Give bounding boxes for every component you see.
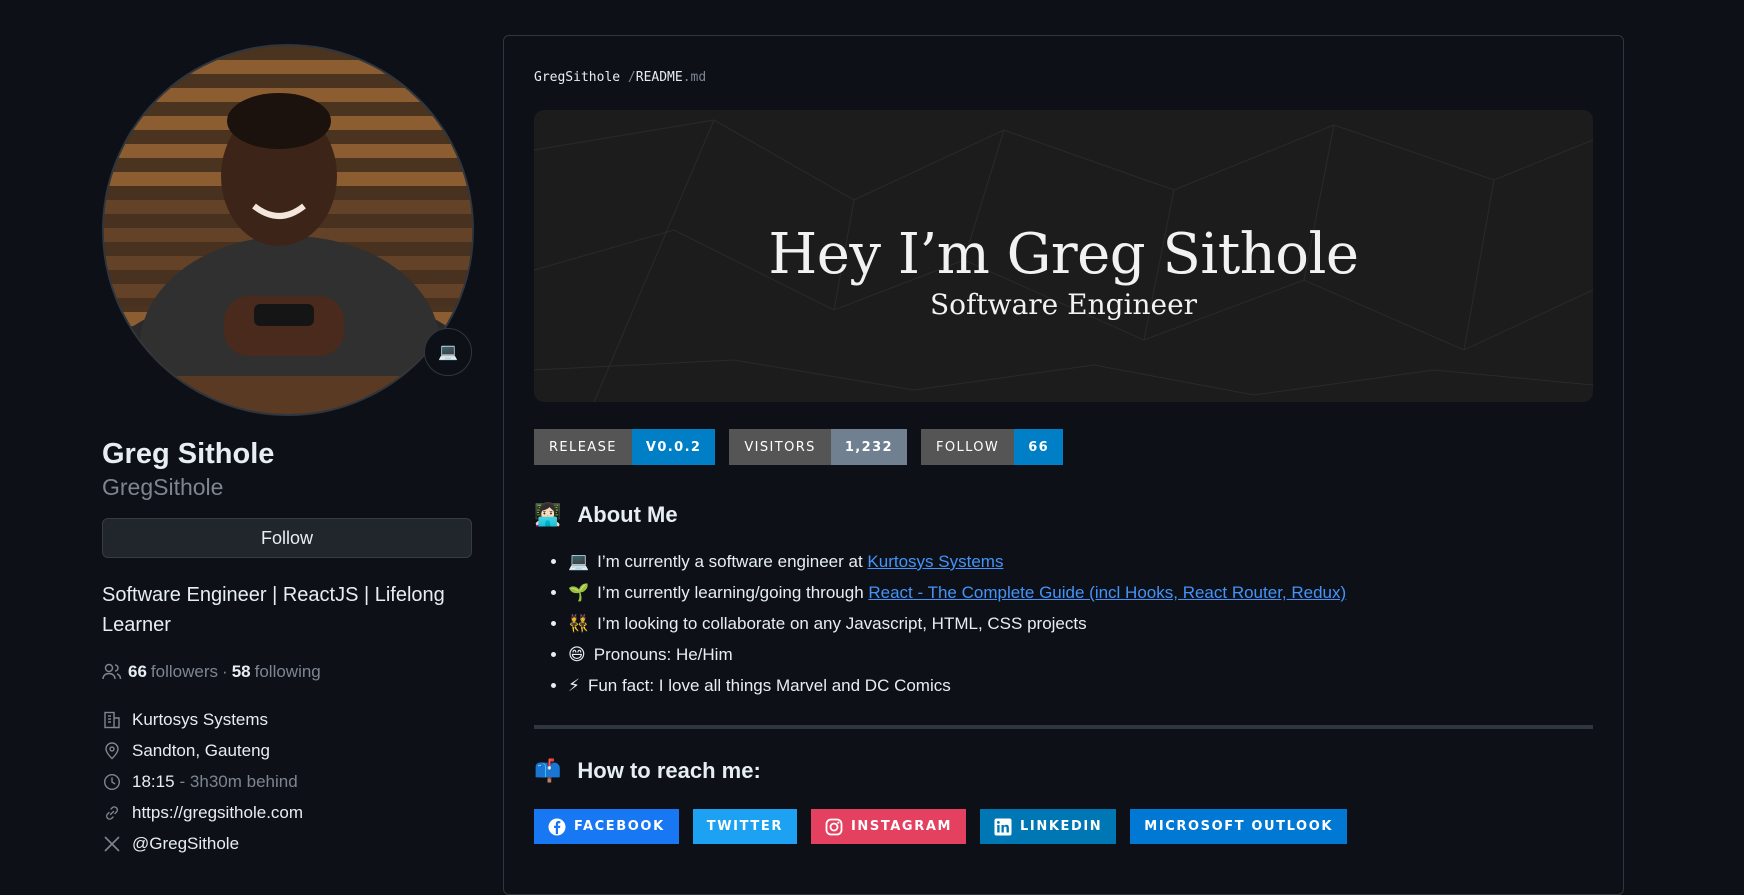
readme-path-separator: / [627,70,636,85]
readme-path-ext[interactable]: .md [683,70,706,85]
about-heading: 👩🏻‍💻 About Me [534,502,678,528]
count-separator: · [222,662,228,681]
local-time: 18:15 [132,771,175,791]
readme-card: GregSithole /README.md Hey I’m Greg Sith… [503,35,1624,895]
organization-icon [102,710,122,730]
social-label: MICROSOFT OUTLOOK [1144,819,1334,834]
reach-heading: 📫 How to reach me: [534,758,761,784]
social-label: FACEBOOK [574,819,665,834]
detail-company: Kurtosys Systems [102,704,472,735]
reach-heading-text: How to reach me: [577,758,761,783]
list-item-text: Pronouns: He/Him [593,645,733,664]
profile-bio: Software Engineer | ReactJS | Lifelong L… [102,584,445,636]
badge-label: VISITORS [729,429,831,465]
linkedin-button[interactable]: LINKEDIN [980,809,1117,844]
profile-name: Greg Sithole [102,438,275,470]
readme-banner: Hey I’m Greg Sithole Software Engineer [534,110,1593,402]
mailbox-icon: 📫 [534,758,562,783]
twitter-handle[interactable]: @GregSithole [132,834,239,854]
following-count[interactable]: 58 [232,662,251,682]
facebook-button[interactable]: FACEBOOK [534,809,679,844]
avatar-container: 💻 [102,44,474,416]
social-label: TWITTER [706,819,783,834]
profile-sidebar: 💻 Greg Sithole GregSithole Follow Softwa… [102,44,474,859]
profile-details: Kurtosys Systems Sandton, Gauteng 18:15 … [102,704,472,859]
clock-icon [102,772,122,792]
banner-subtitle: Software Engineer [929,288,1198,321]
detail-location: Sandton, Gauteng [102,735,472,766]
outlook-button[interactable]: MICROSOFT OUTLOOK [1130,809,1348,844]
instagram-icon [825,818,843,836]
detail-time: 18:15 - 3h30m behind [102,766,472,797]
list-item: 😄 Pronouns: He/Him [568,639,1346,670]
company-link[interactable]: Kurtosys Systems [867,552,1003,571]
about-heading-text: About Me [577,502,678,527]
social-label: LINKEDIN [1020,819,1103,834]
badge-value: V0.0.2 [631,429,716,465]
follow-counts: 66 followers · 58 following [102,662,472,682]
technologist-icon: 👩🏻‍💻 [534,502,562,527]
detail-twitter: @GregSithole [102,828,472,859]
badge-row: RELEASE V0.0.2 VISITORS 1,232 FOLLOW 66 [534,429,1064,465]
list-item-text: I’m looking to collaborate on any Javasc… [597,614,1087,633]
avatar-illustration [104,46,472,414]
website-link[interactable]: https://gregsithole.com [132,803,303,823]
list-item: 💻 I’m currently a software engineer at Ku… [568,546,1346,577]
follow-button[interactable]: Follow [102,518,472,558]
list-item: ⚡ Fun fact: I love all things Marvel and … [568,670,1346,701]
company-name: Kurtosys Systems [132,709,269,729]
banner-title: Hey I’m Greg Sithole [768,222,1359,287]
list-item-text: I’m currently a software engineer at [597,552,868,571]
readme-path: GregSithole /README.md [534,70,706,85]
visitors-badge[interactable]: VISITORS 1,232 [729,429,907,465]
detail-website: https://gregsithole.com [102,797,472,828]
list-item-text: Fun fact: I love all things Marvel and D… [587,676,951,695]
location-text: Sandton, Gauteng [132,740,271,760]
list-item: 🌱 I’m currently learning/going through Re… [568,577,1346,608]
smile-icon: 😄 [568,645,586,664]
twitter-button[interactable]: TWITTER [692,809,797,844]
readme-path-user[interactable]: GregSithole [534,70,620,85]
section-divider [534,725,1593,729]
follow-badge[interactable]: FOLLOW 66 [920,429,1064,465]
seedling-icon: 🌱 [568,583,590,602]
dancers-icon: 👯 [568,614,590,633]
followers-count[interactable]: 66 [128,662,147,682]
link-icon [102,803,122,823]
instagram-button[interactable]: INSTAGRAM [810,809,967,844]
time-offset: - 3h30m behind [179,771,298,791]
release-badge[interactable]: RELEASE V0.0.2 [534,429,716,465]
linkedin-icon [994,818,1012,836]
lightning-icon: ⚡ [568,676,580,695]
badge-label: RELEASE [534,429,632,465]
avatar[interactable] [102,44,474,416]
followers-link[interactable]: followers [151,662,218,682]
location-icon [102,741,122,761]
facebook-icon [548,818,566,836]
badge-label: FOLLOW [920,429,1015,465]
people-icon [102,663,124,681]
badge-value: 1,232 [830,429,907,465]
readme-path-file[interactable]: README [636,70,683,85]
about-list: 💻 I’m currently a software engineer at Ku… [534,546,1346,701]
status-emoji[interactable]: 💻 [424,328,472,376]
social-badges: FACEBOOK TWITTER INSTAGRAM LINKEDIN MICR… [534,809,1348,844]
social-label: INSTAGRAM [850,819,953,834]
list-item-text: I’m currently learning/going through [597,583,869,602]
course-link[interactable]: React - The Complete Guide (incl Hooks, … [868,583,1346,602]
following-link[interactable]: following [255,662,321,682]
badge-value: 66 [1014,429,1064,465]
list-item: 👯 I’m looking to collaborate on any Javas… [568,608,1346,639]
laptop-icon: 💻 [568,552,590,571]
profile-login: GregSithole [102,474,224,500]
x-logo-icon [102,834,122,854]
